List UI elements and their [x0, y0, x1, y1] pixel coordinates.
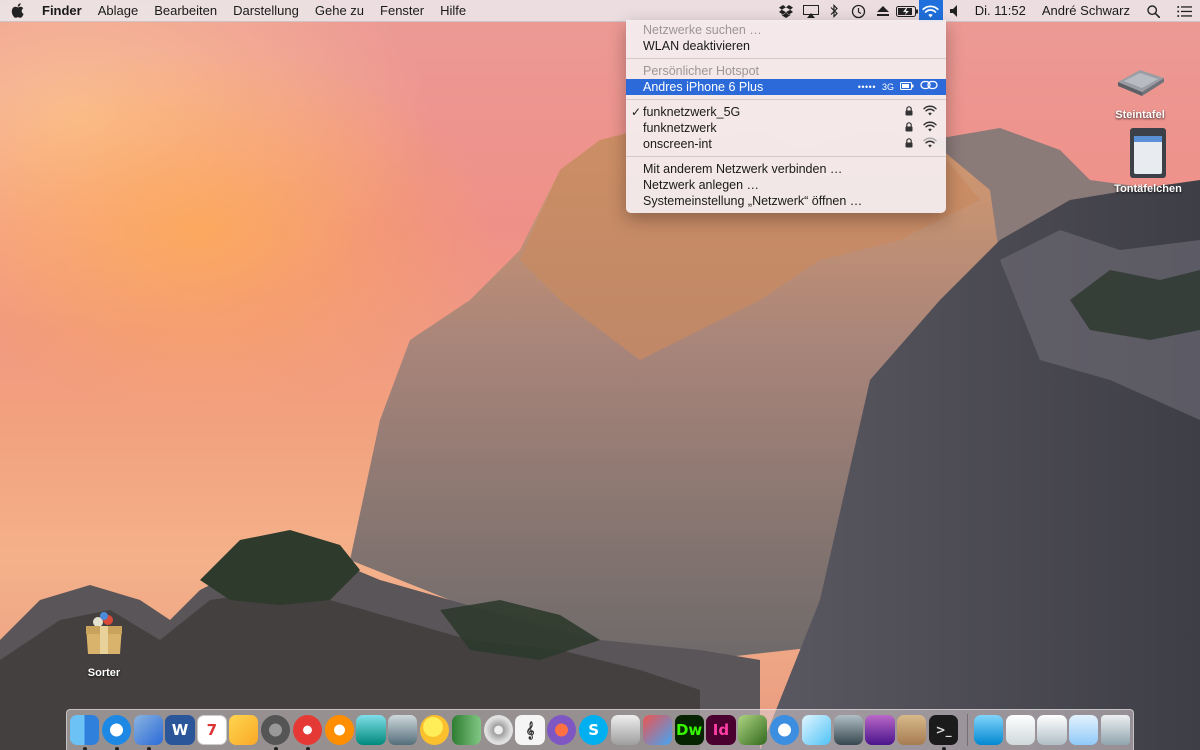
disk-utility-icon[interactable] — [610, 715, 641, 745]
desktop-icon-tontafelchen[interactable]: Tontäfelchen — [1108, 126, 1188, 195]
notification-center-icon[interactable] — [1168, 0, 1200, 22]
battery-icon[interactable] — [895, 0, 919, 22]
calendar-icon[interactable]: 7 — [197, 715, 227, 745]
archive-utility-icon[interactable] — [897, 715, 927, 745]
open-network-preferences-item[interactable]: Systemeinstellung „Netzwerk“ öffnen … — [626, 193, 946, 209]
safari-icon[interactable] — [101, 715, 132, 750]
finder-icon[interactable] — [70, 715, 100, 750]
package-box-icon — [86, 612, 122, 654]
network-name: onscreen-int — [643, 137, 712, 151]
wifi-icon[interactable] — [918, 0, 943, 22]
network-item[interactable]: ✓ funknetzwerk_5G — [626, 104, 946, 120]
menu-ablage[interactable]: Ablage — [90, 0, 146, 22]
excel-xml-icon[interactable] — [738, 715, 768, 745]
network-name: funknetzwerk — [643, 121, 717, 135]
create-network-item[interactable]: Netzwerk anlegen … — [626, 177, 946, 193]
user-name[interactable]: André Schwarz — [1034, 0, 1138, 22]
sd-card-icon — [1130, 128, 1166, 178]
wifi-dropdown-menu: Netzwerke suchen … WLAN deaktivieren Per… — [626, 20, 946, 213]
airplay-icon[interactable] — [799, 0, 823, 22]
dvd-player-icon[interactable] — [483, 715, 513, 745]
join-other-network-item[interactable]: Mit anderem Netzwerk verbinden … — [626, 161, 946, 177]
eject-icon[interactable] — [871, 0, 895, 22]
documents-stack-icon[interactable] — [1005, 715, 1035, 745]
color-picker-icon[interactable] — [547, 715, 577, 745]
lock-icon — [905, 136, 913, 152]
cyberduck-icon[interactable] — [420, 715, 450, 745]
books-icon[interactable] — [451, 715, 482, 745]
launchpad-utility-icon[interactable] — [865, 715, 895, 745]
preview-icon[interactable] — [133, 715, 163, 750]
desktop-icon-label: Sorter — [87, 667, 121, 679]
wifi-disable-item[interactable]: WLAN deaktivieren — [626, 38, 946, 54]
desktop-wallpaper — [0, 0, 1200, 750]
menu-hilfe[interactable]: Hilfe — [432, 0, 474, 22]
network-name: funknetzwerk_5G — [643, 105, 741, 119]
music-icon[interactable] — [292, 715, 322, 750]
hotspot-network-type: 3G — [881, 82, 894, 92]
menu-finder[interactable]: Finder — [34, 0, 90, 22]
menu-divider — [626, 58, 946, 59]
hotspot-battery-icon — [900, 79, 914, 95]
menu-bar: Finder Ablage Bearbeiten Darstellung Geh… — [0, 0, 1200, 22]
dock-separator — [966, 714, 968, 746]
clock[interactable]: Di. 11:52 — [967, 0, 1034, 22]
menu-darstellung[interactable]: Darstellung — [225, 0, 307, 22]
wifi-signal-icon — [923, 136, 937, 152]
drive-icon — [1118, 70, 1164, 96]
bluetooth-icon[interactable] — [823, 0, 847, 22]
printer-icon[interactable] — [833, 715, 863, 745]
hotspot-header: Persönlicher Hotspot — [643, 64, 760, 78]
pencil-app-icon[interactable] — [801, 715, 831, 745]
wifi-signal-icon — [923, 120, 937, 136]
photo-booth-icon[interactable] — [356, 715, 386, 745]
ibooks-icon[interactable] — [324, 715, 354, 745]
trash-icon[interactable] — [1101, 715, 1131, 745]
dock: W 7 𝄞 S Dw Id >_ — [66, 709, 1134, 750]
apple-menu-icon[interactable] — [0, 0, 34, 22]
word-icon[interactable]: W — [165, 715, 195, 745]
menu-gehe-zu[interactable]: Gehe zu — [307, 0, 372, 22]
spotlight-search-icon[interactable] — [1138, 0, 1168, 22]
hotspot-signal: ••••• — [857, 82, 876, 92]
lock-icon — [905, 104, 913, 120]
connected-check-icon: ✓ — [631, 105, 642, 119]
downloads-folder-icon[interactable] — [973, 715, 1003, 745]
time-machine-icon[interactable] — [847, 0, 871, 22]
screenshot-stack-icon[interactable] — [1069, 715, 1099, 745]
minimized-window-icon[interactable] — [1037, 715, 1067, 745]
photos-icon[interactable] — [229, 715, 259, 745]
desktop-icon-label: Steintafel — [1115, 109, 1165, 121]
wifi-signal-icon — [923, 104, 937, 120]
wifi-searching-label: Netzwerke suchen … — [643, 23, 762, 37]
desktop-icon-label: Tontäfelchen — [1114, 183, 1182, 195]
hotspot-item[interactable]: Andres iPhone 6 Plus ••••• 3G — [626, 79, 946, 95]
menu-divider — [626, 99, 946, 100]
personal-hotspot-link-icon — [920, 79, 938, 96]
music-score-icon[interactable]: 𝄞 — [515, 715, 545, 745]
mountain-landscape — [0, 128, 1200, 750]
menu-bearbeiten[interactable]: Bearbeiten — [146, 0, 225, 22]
indesign-icon[interactable]: Id — [706, 715, 736, 745]
wifi-diagnostics-icon[interactable] — [769, 715, 800, 745]
hotspot-name: Andres iPhone 6 Plus — [643, 80, 764, 94]
network-item[interactable]: funknetzwerk — [626, 120, 946, 136]
network-item[interactable]: onscreen-int — [626, 136, 946, 152]
dropbox-icon[interactable] — [775, 0, 799, 22]
menu-fenster[interactable]: Fenster — [372, 0, 432, 22]
image-capture-icon[interactable] — [388, 715, 418, 745]
menu-divider — [626, 156, 946, 157]
volume-icon[interactable] — [943, 0, 967, 22]
terminal-icon[interactable]: >_ — [929, 715, 959, 750]
skype-icon[interactable]: S — [579, 715, 609, 745]
dreamweaver-icon[interactable]: Dw — [674, 715, 704, 745]
desktop-icon-steintafel[interactable]: Steintafel — [1100, 58, 1180, 121]
system-preferences-icon[interactable] — [260, 715, 291, 750]
desktop-icon-sorter[interactable]: Sorter — [64, 608, 144, 679]
mail-stamp-icon[interactable] — [642, 715, 672, 745]
lock-icon — [905, 120, 913, 136]
